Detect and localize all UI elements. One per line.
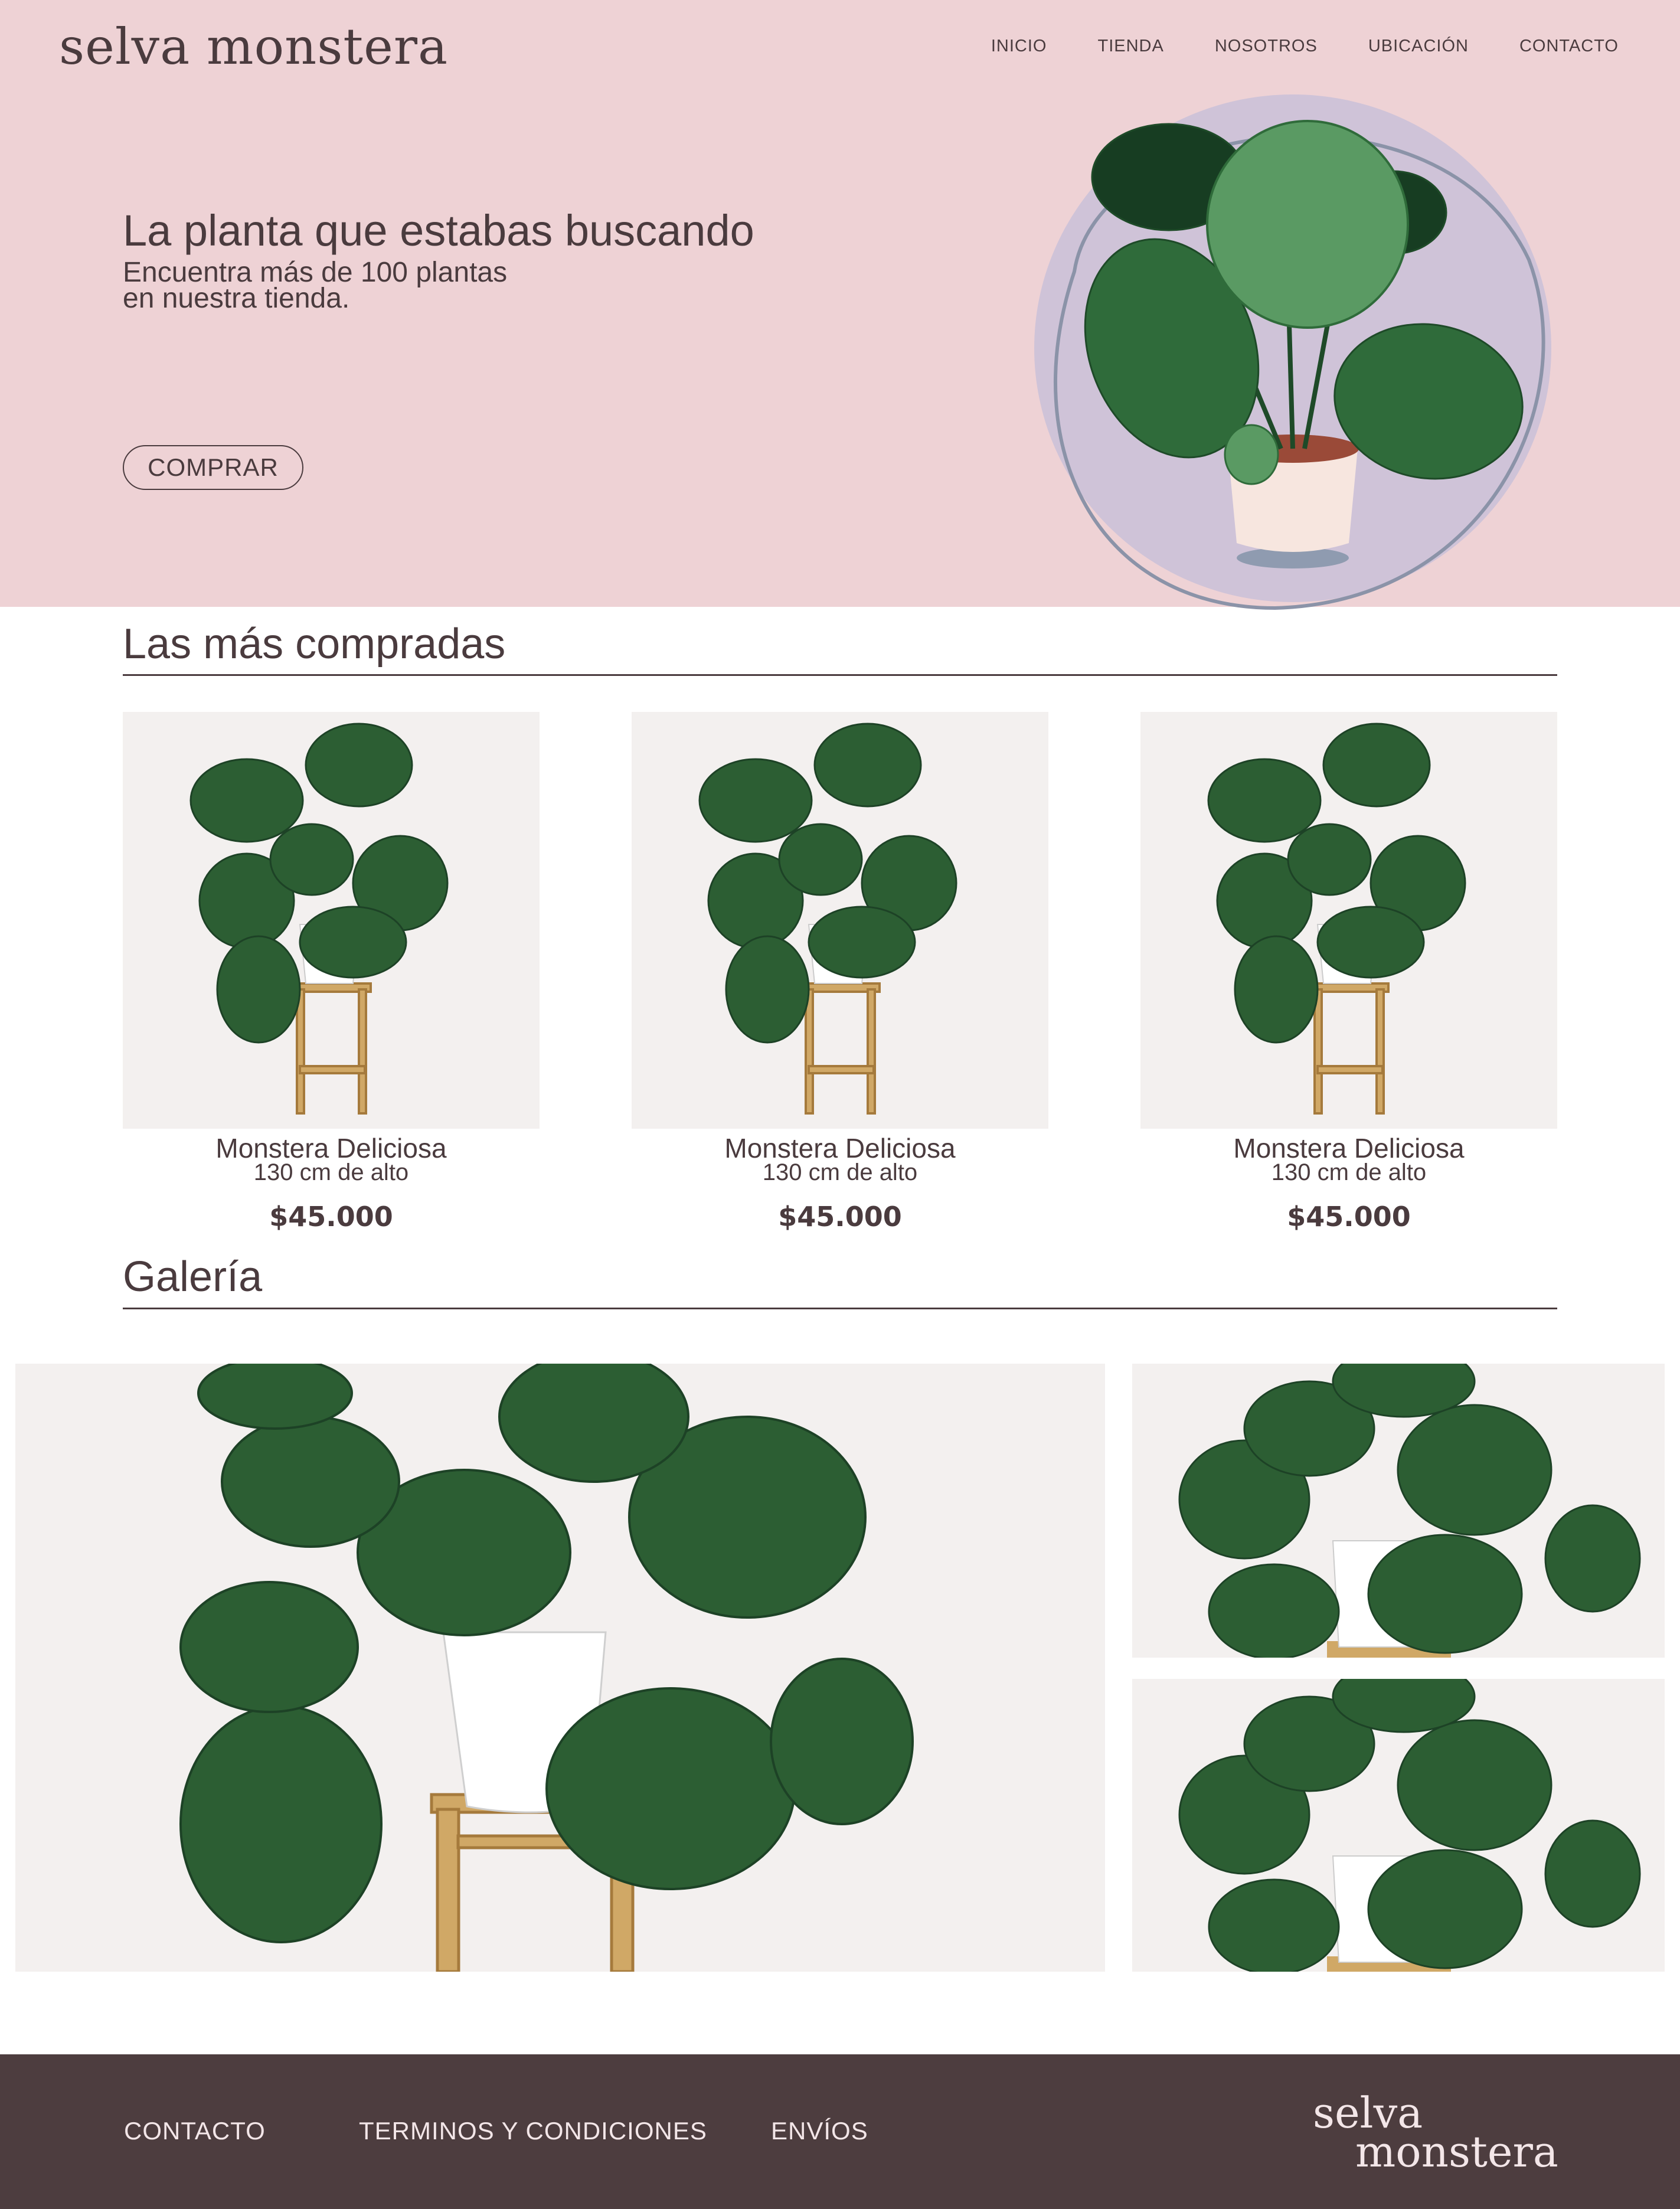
brand-logo[interactable]: selva monstera	[59, 18, 448, 76]
product-price: $45.000	[1287, 1201, 1411, 1233]
product-height: 130 cm de alto	[253, 1159, 409, 1185]
footer-logo-line2: monstera	[1355, 2127, 1558, 2177]
divider	[123, 674, 1557, 676]
main-nav: INICIO TIENDA NOSOTROS UBICACIÓN CONTACT…	[940, 37, 1619, 56]
product-height: 130 cm de alto	[762, 1159, 918, 1185]
comprar-button[interactable]: COMPRAR	[123, 445, 303, 490]
footer: CONTACTO TERMINOS Y CONDICIONES ENVÍOS s…	[0, 2054, 1680, 2209]
nav-inicio[interactable]: INICIO	[991, 37, 1047, 56]
footer-link-contacto[interactable]: CONTACTO	[124, 2117, 266, 2145]
product-height: 130 cm de alto	[1271, 1159, 1427, 1185]
product-price: $45.000	[269, 1201, 393, 1233]
nav-contacto[interactable]: CONTACTO	[1519, 37, 1619, 56]
product-card[interactable]: Monstera Deliciosa 130 cm de alto $45.00…	[1140, 712, 1557, 1233]
footer-link-envios[interactable]: ENVÍOS	[771, 2117, 868, 2145]
gallery-title: Galería	[123, 1253, 263, 1300]
product-name[interactable]: Monstera Deliciosa	[1140, 1135, 1557, 1162]
product-image[interactable]	[632, 712, 1048, 1129]
divider	[123, 1308, 1557, 1309]
hero-subtitle-line2: en nuestra tienda.	[123, 283, 350, 314]
best-sellers-title: Las más compradas	[123, 620, 506, 668]
hero-subtitle: Encuentra más de 100 plantas en nuestra …	[123, 257, 595, 314]
hero-title: La planta que estabas buscando	[123, 206, 754, 255]
product-card[interactable]: Monstera Deliciosa 130 cm de alto $45.00…	[123, 712, 540, 1233]
nav-ubicacion[interactable]: UBICACIÓN	[1368, 37, 1469, 56]
gallery-image-large[interactable]	[15, 1364, 1105, 1972]
hero-subtitle-line1: Encuentra más de 100 plantas	[123, 257, 508, 288]
product-name[interactable]: Monstera Deliciosa	[632, 1135, 1048, 1162]
product-image[interactable]	[123, 712, 540, 1129]
monstera-illustration	[1027, 94, 1558, 614]
gallery-image[interactable]	[1132, 1364, 1665, 1658]
product-price: $45.000	[778, 1201, 902, 1233]
gallery-image[interactable]	[1132, 1679, 1665, 1972]
footer-link-terminos[interactable]: TERMINOS Y CONDICIONES	[359, 2117, 707, 2145]
product-image[interactable]	[1140, 712, 1557, 1129]
product-card[interactable]: Monstera Deliciosa 130 cm de alto $45.00…	[632, 712, 1048, 1233]
footer-logo[interactable]: selva monstera	[1313, 2092, 1558, 2177]
product-name[interactable]: Monstera Deliciosa	[123, 1135, 540, 1162]
nav-tienda[interactable]: TIENDA	[1098, 37, 1164, 56]
hero-section: selva monstera INICIO TIENDA NOSOTROS UB…	[0, 0, 1680, 610]
nav-nosotros[interactable]: NOSOTROS	[1215, 37, 1318, 56]
